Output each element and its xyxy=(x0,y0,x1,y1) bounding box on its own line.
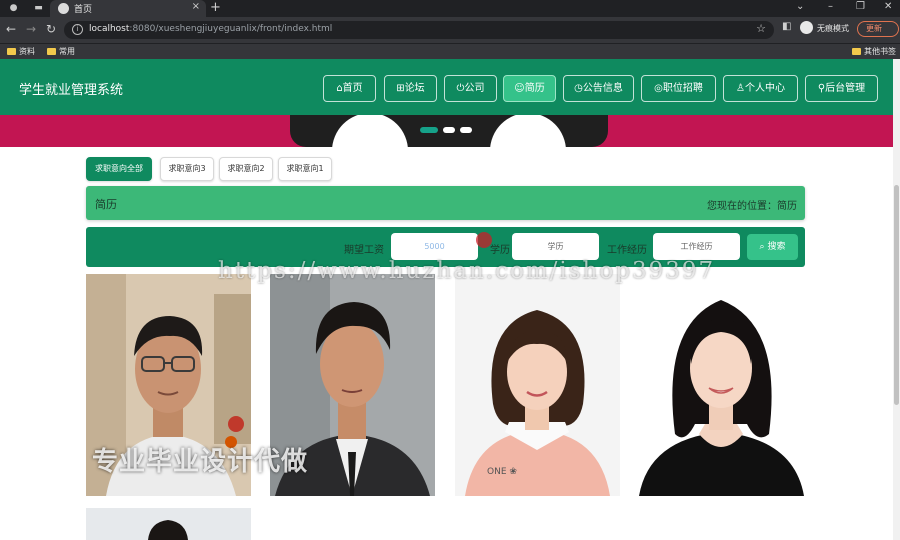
bookmark-folder[interactable]: 常用 xyxy=(47,46,75,57)
site-header: 学生就业管理系统 ⌂首页 ⊞论坛 ⏻公司 ☺简历 ◷公告信息 ◎职位招聘 ♙个人… xyxy=(0,59,893,115)
section-title-bar: 简历 您现在的位置：简历 xyxy=(86,186,805,220)
salary-label: 期望工资 xyxy=(344,245,384,256)
search-button[interactable]: ⌕ 搜索 xyxy=(747,234,798,260)
page-scrollbar[interactable] xyxy=(893,59,900,540)
url-text[interactable]: localhost:8080/xueshengjiuyeguanlix/fron… xyxy=(89,24,332,34)
tab-search-icon[interactable]: ▬ xyxy=(33,3,44,14)
tab-close-icon[interactable]: × xyxy=(192,1,200,12)
tab-list-chevron-icon[interactable]: ⌄ xyxy=(796,1,804,12)
watermark-stamp: 专业毕业设计代做 xyxy=(92,447,309,477)
browser-tab-bar: ● ▬ 首页 × + ⌄ – ❐ ✕ xyxy=(0,0,900,17)
side-panel-icon[interactable]: ◧ xyxy=(782,21,791,32)
tab-title: 首页 xyxy=(74,5,93,15)
carousel-dot[interactable] xyxy=(420,127,438,133)
other-bookmarks[interactable]: 其他书签 xyxy=(852,46,896,57)
page-title: 简历 xyxy=(95,198,117,211)
nav-admin[interactable]: ⚲后台管理 xyxy=(805,75,878,102)
reload-icon[interactable]: ↻ xyxy=(46,22,56,36)
salary-input[interactable] xyxy=(391,233,478,260)
browser-profile-icon[interactable]: ● xyxy=(8,3,19,14)
watermark-text: https://www.huzhan.com/ishop39397 xyxy=(218,258,716,284)
banner-shape xyxy=(490,115,566,147)
banner-shape xyxy=(332,115,408,147)
minimize-icon[interactable]: – xyxy=(828,1,833,12)
experience-input[interactable] xyxy=(653,233,740,260)
nav-company[interactable]: ⏻公司 xyxy=(444,75,497,102)
address-bar[interactable]: i localhost:8080/xueshengjiuyeguanlix/fr… xyxy=(64,21,774,39)
resume-photo: ONE ❀ xyxy=(455,274,620,496)
nav-announcements[interactable]: ◷公告信息 xyxy=(563,75,634,102)
education-input[interactable] xyxy=(512,233,599,260)
site-info-icon[interactable]: i xyxy=(72,24,83,35)
nav-user-center[interactable]: ♙个人中心 xyxy=(723,75,798,102)
carousel-dot[interactable] xyxy=(460,127,472,133)
close-window-icon[interactable]: ✕ xyxy=(884,1,892,12)
nav-forum[interactable]: ⊞论坛 xyxy=(384,75,437,102)
folder-icon xyxy=(7,48,16,55)
carousel-dot[interactable] xyxy=(443,127,455,133)
banner-carousel[interactable] xyxy=(0,115,893,147)
education-label: 学历 xyxy=(490,245,510,256)
tab-intention-1[interactable]: 求职意向1 xyxy=(278,157,332,181)
folder-icon xyxy=(47,48,56,55)
svg-text:ONE ❀: ONE ❀ xyxy=(487,467,517,477)
new-tab-icon[interactable]: + xyxy=(210,0,221,16)
update-button[interactable]: 更新 xyxy=(857,21,899,37)
bookmarks-bar: 资料 常用 其他书签 xyxy=(0,43,900,59)
tab-intention-all[interactable]: 求职意向全部 xyxy=(86,157,152,181)
scrollbar-thumb[interactable] xyxy=(894,185,899,405)
nav-home[interactable]: ⌂首页 xyxy=(323,75,376,102)
tab-favicon-icon xyxy=(58,3,69,14)
forward-icon[interactable]: → xyxy=(26,22,36,36)
mouse-cursor-indicator xyxy=(476,232,492,248)
tab-intention-3[interactable]: 求职意向3 xyxy=(160,157,214,181)
tab-intention-2[interactable]: 求职意向2 xyxy=(219,157,273,181)
folder-icon xyxy=(852,48,861,55)
resume-card[interactable] xyxy=(639,274,804,496)
incognito-icon[interactable] xyxy=(800,21,813,34)
resume-photo xyxy=(86,508,251,540)
browser-tab[interactable]: 首页 × xyxy=(50,0,206,17)
search-icon: ⌕ xyxy=(759,242,765,252)
resume-card[interactable]: ONE ❀ xyxy=(455,274,620,496)
back-icon[interactable]: ← xyxy=(6,22,16,36)
experience-label: 工作经历 xyxy=(607,245,647,256)
maximize-icon[interactable]: ❐ xyxy=(856,1,865,12)
incognito-label[interactable]: 无痕模式 xyxy=(817,23,849,34)
resume-card[interactable] xyxy=(86,508,251,540)
bookmark-folder[interactable]: 资料 xyxy=(7,46,35,57)
breadcrumb: 您现在的位置：简历 xyxy=(707,201,797,212)
nav-resume[interactable]: ☺简历 xyxy=(503,75,556,102)
site-title: 学生就业管理系统 xyxy=(19,83,124,98)
nav-jobs[interactable]: ◎职位招聘 xyxy=(641,75,716,102)
resume-photo xyxy=(639,274,804,496)
browser-toolbar: ← → ↻ i localhost:8080/xueshengjiuyeguan… xyxy=(0,17,900,43)
bookmark-star-icon[interactable]: ☆ xyxy=(756,22,766,35)
